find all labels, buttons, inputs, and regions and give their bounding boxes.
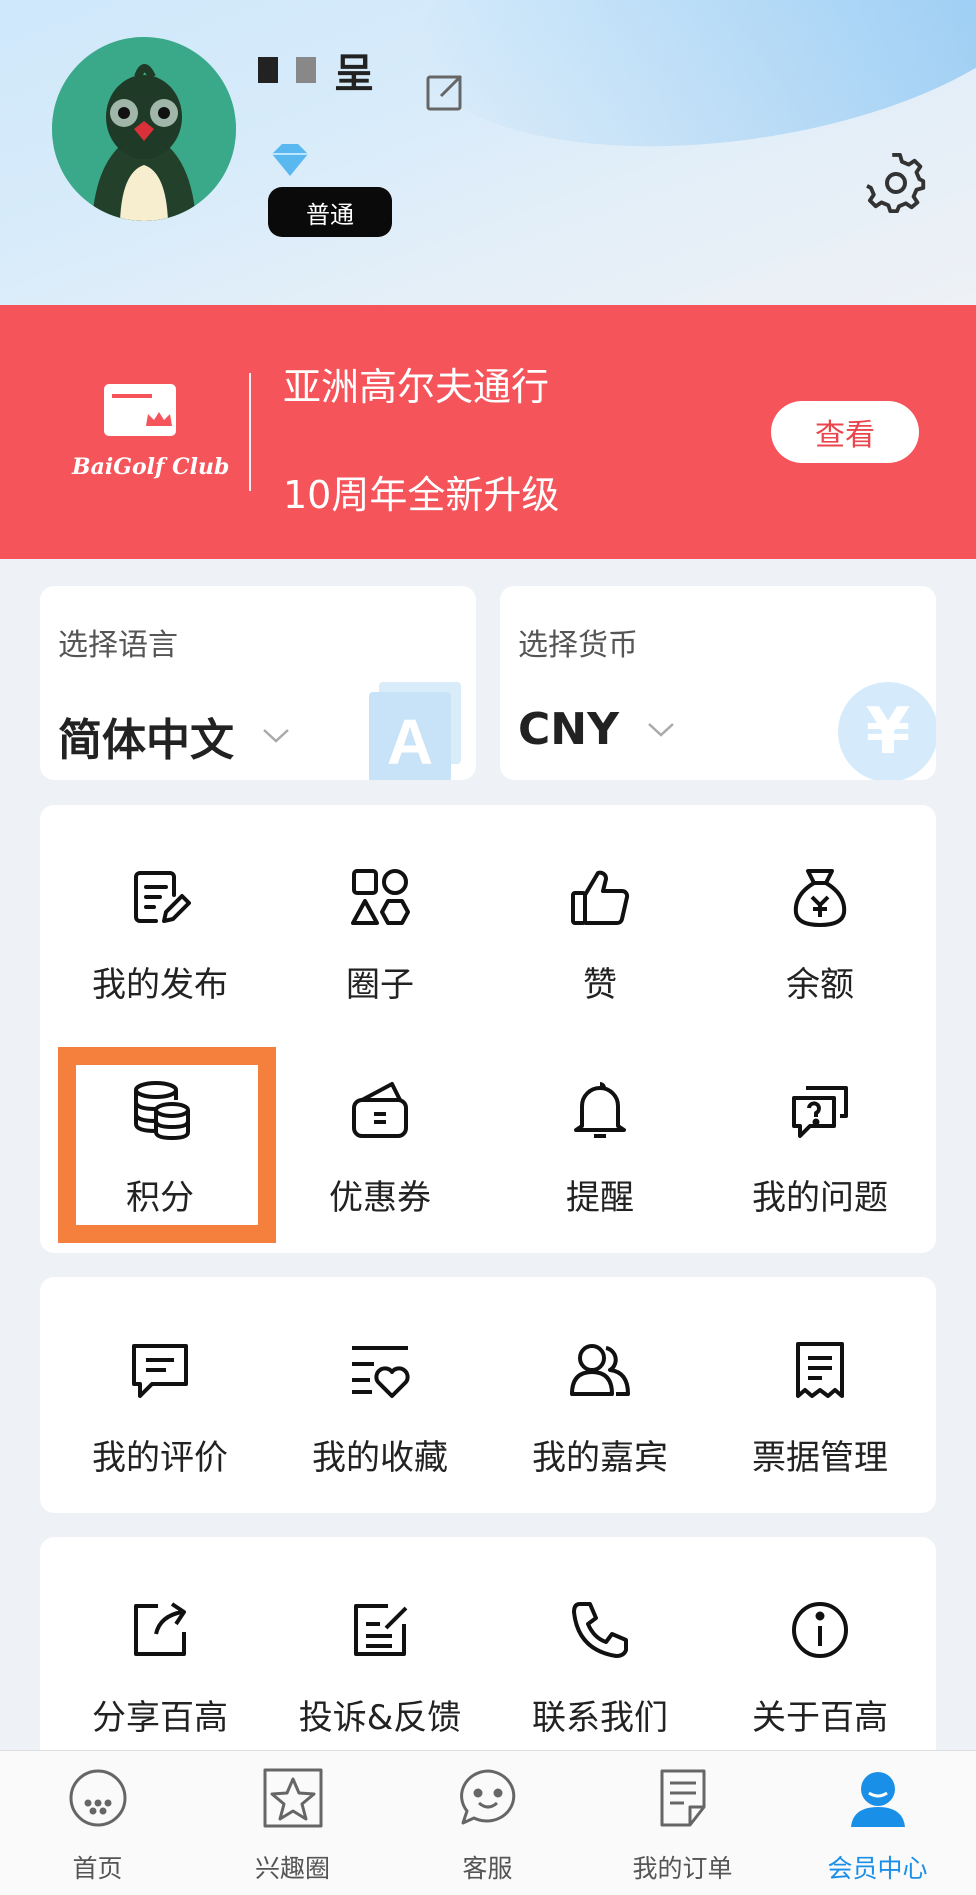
view-button[interactable]: 查看 xyxy=(771,401,919,463)
member-level-badge: 普通 xyxy=(268,187,392,237)
username-text: 呈 xyxy=(334,51,374,97)
balance-label: 余额 xyxy=(786,965,854,1005)
guests-icon xyxy=(570,1344,630,1396)
tab-my-orders[interactable]: 我的订单 xyxy=(585,1751,780,1895)
feedback-icon xyxy=(354,1604,408,1656)
share-icon xyxy=(134,1602,186,1656)
star-icon xyxy=(263,1768,323,1828)
about-label: 关于百高 xyxy=(752,1698,888,1738)
my-questions-label: 我的问题 xyxy=(752,1178,888,1218)
yen-coin-icon: ¥ xyxy=(838,682,936,780)
yen-symbol: ¥ xyxy=(865,695,911,769)
thumbs-up-icon xyxy=(571,870,630,925)
svg-text:A: A xyxy=(387,706,433,778)
tab-interest-label: 兴趣圈 xyxy=(254,1854,330,1883)
club-card-icon xyxy=(104,384,176,440)
chevron-down-icon xyxy=(648,722,674,737)
language-watermark-icon: A xyxy=(365,682,475,780)
chevron-down-icon xyxy=(263,729,289,743)
phone-icon xyxy=(572,1602,628,1658)
banner-headline: 亚洲高尔夫通行 xyxy=(283,365,550,409)
chat-face-icon xyxy=(460,1769,516,1825)
tab-home-label: 首页 xyxy=(72,1854,123,1883)
tab-orders-label: 我的订单 xyxy=(632,1854,733,1883)
shapes-icon xyxy=(351,869,410,925)
bottom-tab-bar: 首页 兴趣圈 客服 我的订单 会员中心 xyxy=(0,1750,976,1895)
my-favorites-label: 我的收藏 xyxy=(312,1438,448,1478)
wallet-icon xyxy=(352,1082,408,1138)
comment-icon xyxy=(132,1344,188,1398)
golf-ball-icon xyxy=(69,1769,127,1827)
edit-doc-icon xyxy=(134,871,191,923)
coupons-label: 优惠券 xyxy=(329,1178,431,1218)
language-selector[interactable]: 选择语言 简体中文 A xyxy=(40,586,476,780)
banner-subline: 10周年全新升级 xyxy=(283,473,560,517)
brand-name: BaiGolf Club xyxy=(72,454,230,480)
currency-selector[interactable]: 选择货币 CNY ¥ xyxy=(500,586,936,780)
currency-value: CNY xyxy=(518,704,675,755)
my-guests-label: 我的嘉宾 xyxy=(532,1438,668,1478)
bell-icon xyxy=(574,1082,626,1138)
settings-gear-icon[interactable] xyxy=(866,152,926,217)
reminders-label: 提醒 xyxy=(566,1178,634,1218)
masked-name-block xyxy=(296,57,316,83)
circles-label: 圈子 xyxy=(346,965,414,1005)
language-value-text: 简体中文 xyxy=(58,715,234,766)
tab-customer-service[interactable]: 客服 xyxy=(390,1751,585,1895)
currency-label: 选择货币 xyxy=(518,628,638,663)
edit-profile-icon[interactable] xyxy=(425,70,467,116)
likes-label: 赞 xyxy=(583,965,617,1005)
banner-divider xyxy=(249,373,251,491)
language-label: 选择语言 xyxy=(58,628,178,663)
order-icon xyxy=(660,1769,706,1827)
contact-label: 联系我们 xyxy=(532,1698,668,1738)
points-highlight-box xyxy=(58,1047,276,1243)
member-icon xyxy=(851,1772,905,1827)
tab-member-center[interactable]: 会员中心 xyxy=(780,1751,975,1895)
language-value: 简体中文 xyxy=(58,704,290,768)
tab-home[interactable]: 首页 xyxy=(0,1751,195,1895)
tab-service-label: 客服 xyxy=(462,1854,513,1883)
favorites-icon xyxy=(352,1346,410,1398)
receipt-icon xyxy=(796,1342,844,1398)
my-reviews-label: 我的评价 xyxy=(92,1438,228,1478)
username: 呈 xyxy=(258,48,374,97)
receipts-label: 票据管理 xyxy=(752,1438,888,1478)
tab-member-label: 会员中心 xyxy=(827,1854,928,1883)
masked-name-block xyxy=(258,57,278,83)
diamond-icon xyxy=(268,140,312,184)
question-chat-icon xyxy=(792,1086,848,1138)
avatar[interactable] xyxy=(52,37,236,221)
money-bag-icon xyxy=(793,869,847,927)
tab-interest-circle[interactable]: 兴趣圈 xyxy=(195,1751,390,1895)
currency-value-text: CNY xyxy=(518,704,619,755)
info-icon xyxy=(792,1602,848,1658)
my-posts-label: 我的发布 xyxy=(92,965,228,1005)
feedback-label: 投诉&反馈 xyxy=(298,1698,462,1738)
share-label: 分享百高 xyxy=(92,1698,228,1738)
